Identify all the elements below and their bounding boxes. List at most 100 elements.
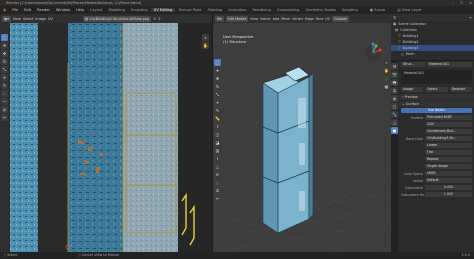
vp-menu-view[interactable]: View <box>250 17 258 21</box>
menu-edit[interactable]: Edit <box>21 8 34 12</box>
vp-bevel-icon[interactable]: ◪ <box>214 139 221 146</box>
vp-rotate-icon[interactable]: ↻ <box>214 83 221 90</box>
image-selector[interactable]: ▨ CityBuilding3.Structure-Diffuse.png <box>82 15 152 22</box>
menu-help[interactable]: Help <box>73 8 87 12</box>
vp-smooth-icon[interactable]: ◌ <box>214 179 221 186</box>
tab-layout[interactable]: Layout <box>87 8 105 12</box>
vp-shear-icon[interactable]: ⧄ <box>214 187 221 194</box>
subsurface-radius-field[interactable]: 1.000 <box>425 192 472 197</box>
render-props-icon[interactable]: 📷 <box>391 71 398 78</box>
distribution-field[interactable]: GGX <box>425 122 472 127</box>
outliner-type-icon[interactable]: ☰ <box>393 16 396 20</box>
pan-hand-icon[interactable]: ✋ <box>202 42 209 49</box>
uv-menu-view[interactable]: View <box>13 17 21 21</box>
subsurface-method-field[interactable]: Christensen-Burl... <box>425 129 472 134</box>
vp-pan-icon[interactable]: ✋ <box>383 67 390 74</box>
select-button[interactable]: Select <box>425 87 448 92</box>
modifier-props-icon[interactable]: 🔧 <box>391 111 398 118</box>
deselect-button[interactable]: Deselect <box>449 87 472 92</box>
material-props-icon[interactable]: ● <box>391 127 398 134</box>
transform-orientation[interactable]: Global▾ <box>332 15 349 22</box>
select-box-tool-icon[interactable]: ⬚ <box>1 34 8 41</box>
vp-transform-icon[interactable]: ⌖ <box>214 99 221 106</box>
vp-menu-add[interactable]: Add <box>273 17 280 21</box>
tab-rendering[interactable]: Rendering <box>250 8 274 12</box>
preview-section[interactable]: › Preview <box>399 94 474 100</box>
rotate-tool-icon[interactable]: ↻ <box>1 58 8 65</box>
assign-button[interactable]: Assign <box>401 87 424 92</box>
vp-measure-icon[interactable]: 📏 <box>214 115 221 122</box>
object-name-field[interactable]: Struc... <box>401 62 425 67</box>
image-close-icon[interactable]: ✕ <box>153 17 156 21</box>
projection-field[interactable]: Flat <box>425 150 472 155</box>
interpolation-field[interactable]: Linear <box>425 143 472 148</box>
3d-viewport[interactable]: ⊞▾ Edit Mode▾ View Select Add Mesh Verte… <box>213 14 391 252</box>
material-name-field[interactable]: Material.001 <box>427 62 472 67</box>
menu-file[interactable]: File <box>9 8 21 12</box>
vp-menu-select[interactable]: Select <box>260 17 270 21</box>
use-nodes-button[interactable]: Use Nodes <box>401 108 472 113</box>
material-slot-list[interactable]: Material.001 <box>401 70 472 84</box>
tool-props-icon[interactable]: ⚒ <box>391 63 398 70</box>
vp-menu-mesh[interactable]: Mesh <box>281 17 290 21</box>
menu-render[interactable]: Render <box>34 8 53 12</box>
extension-field[interactable]: Repeat <box>425 157 472 162</box>
viewport-scene[interactable] <box>213 23 391 252</box>
vp-zoom-icon[interactable]: ⌕ <box>383 59 390 66</box>
vp-inset-icon[interactable]: ◫ <box>214 131 221 138</box>
rip-tool-icon[interactable]: ✂ <box>1 114 8 121</box>
uv-menu-select[interactable]: Select <box>23 17 33 21</box>
tab-uv-editing[interactable]: UV Editing <box>150 8 176 12</box>
vp-cursor-icon[interactable]: ✛ <box>214 67 221 74</box>
tab-shading[interactable]: Shading <box>205 8 226 12</box>
uv-texture-canvas[interactable] <box>0 23 212 252</box>
tab-compositing[interactable]: Compositing <box>274 8 303 12</box>
base-color-texture-field[interactable]: CityBuilding3.Str... <box>425 136 472 141</box>
vp-menu-vertex[interactable]: Vertex <box>292 17 303 21</box>
scale-tool-icon[interactable]: ⤡ <box>1 66 8 73</box>
outliner-row[interactable]: △ Mesh <box>391 51 474 57</box>
material-slot[interactable]: Material.001 <box>402 71 471 76</box>
vp-knife-icon[interactable]: ⌇ <box>214 155 221 162</box>
uv-menu-image[interactable]: Image <box>35 17 46 21</box>
scene-props-icon[interactable]: ⛭ <box>391 87 398 94</box>
pinch-tool-icon[interactable]: ◎ <box>1 106 8 113</box>
menu-window[interactable]: Window <box>53 8 73 12</box>
blender-logo-icon[interactable]: ◉ <box>0 8 9 12</box>
outliner-filter-icon[interactable]: ⏷ <box>469 16 472 20</box>
vp-annotate-icon[interactable]: ✎ <box>214 107 221 114</box>
vp-extrude-icon[interactable]: ⇧ <box>214 123 221 130</box>
relax-tool-icon[interactable]: 〰 <box>1 98 8 105</box>
editor-type-button[interactable]: ⊞▾ <box>215 15 224 22</box>
object-props-icon[interactable]: ▢ <box>391 103 398 110</box>
subsurface-field[interactable]: 0.000 <box>425 185 472 190</box>
mode-selector[interactable]: Edit Mode▾ <box>225 15 249 22</box>
uv-editor-type-button[interactable]: ▦▾ <box>2 15 11 22</box>
vp-select-box-icon[interactable]: ⬚ <box>214 59 221 66</box>
vp-polybuild-icon[interactable]: △ <box>214 163 221 170</box>
tab-modeling[interactable]: Modeling <box>106 8 128 12</box>
move-tool-icon[interactable]: ✥ <box>1 50 8 57</box>
source-field[interactable]: Single Image <box>425 164 472 169</box>
cursor-tool-icon[interactable]: ✛ <box>1 42 8 49</box>
scene-selector[interactable]: ▣ Scene <box>367 8 389 12</box>
data-props-icon[interactable]: △ <box>391 119 398 126</box>
grab-tool-icon[interactable]: ☞ <box>1 90 8 97</box>
view-layer-selector[interactable]: ▤ View Layer <box>394 8 424 12</box>
annotate-tool-icon[interactable]: ✎ <box>1 82 8 89</box>
vp-ortho-icon[interactable]: ▦ <box>383 83 390 90</box>
tab-sculpting[interactable]: Sculpting <box>128 8 151 12</box>
uv-menu-uv[interactable]: UV <box>48 17 53 21</box>
vp-spin-icon[interactable]: ⟳ <box>214 171 221 178</box>
tab-texture-paint[interactable]: Texture Paint <box>175 8 204 12</box>
vp-menu-face[interactable]: Face <box>316 17 324 21</box>
tab-scripting[interactable]: Scripting <box>339 8 361 12</box>
vp-move-icon[interactable]: ✥ <box>214 75 221 82</box>
image-pin-icon[interactable]: ⚲ <box>158 17 160 21</box>
world-props-icon[interactable]: ◍ <box>391 95 398 102</box>
output-props-icon[interactable]: 🖶 <box>391 79 398 86</box>
tab-geometry-nodes[interactable]: Geometry Nodes <box>302 8 338 12</box>
vp-menu-uv[interactable]: UV <box>325 17 330 21</box>
vp-menu-edge[interactable]: Edge <box>305 17 314 21</box>
uv-editor[interactable]: ▦▾ View Select Image UV ▨ CityBuilding3.… <box>0 14 212 252</box>
